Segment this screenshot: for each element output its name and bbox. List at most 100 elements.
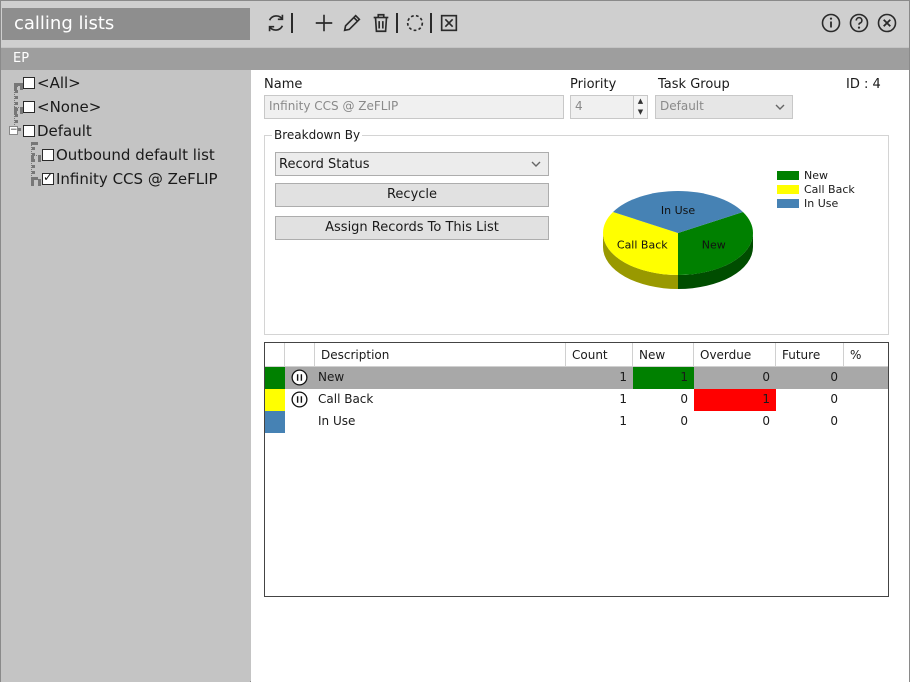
header-percent[interactable]: % [844, 343, 888, 367]
header-new[interactable]: New [633, 343, 694, 367]
loading-circle-icon[interactable] [402, 10, 428, 36]
table-row[interactable]: New 1 1 0 0 [265, 367, 888, 389]
pie-label-in-use: In Use [661, 204, 695, 217]
row-overdue: 0 [762, 370, 770, 384]
header-count[interactable]: Count [566, 343, 633, 367]
row-description: New [318, 370, 345, 384]
recycle-button[interactable]: Recycle [275, 183, 549, 207]
legend-label: New [804, 168, 828, 182]
help-icon[interactable] [849, 13, 869, 33]
breakdown-select[interactable]: Record Status [275, 152, 549, 176]
assign-records-button[interactable]: Assign Records To This List [275, 216, 549, 240]
tree-item-label: <None> [37, 98, 102, 116]
task-group-value: Default [660, 99, 704, 113]
pause-icon[interactable] [291, 369, 308, 386]
header-overdue[interactable]: Overdue [694, 343, 776, 367]
id-text: ID : 4 [846, 77, 881, 92]
row-description: In Use [318, 414, 356, 428]
header-action-column [285, 343, 315, 367]
tree-item-none[interactable]: <None> [23, 97, 101, 117]
calling-lists-window: calling lists EP − <All> <None> Default … [0, 0, 910, 682]
legend-swatch [777, 198, 799, 208]
status-table: Description Count New Overdue Future % N… [264, 342, 889, 597]
toolbar-separator [291, 13, 293, 33]
spin-down-icon[interactable]: ▼ [634, 107, 647, 118]
info-icon[interactable] [821, 13, 841, 33]
tree-connector [14, 107, 23, 111]
tree-item-infinity-ccs[interactable]: Infinity CCS @ ZeFLIP [42, 169, 218, 189]
row-color-swatch [265, 411, 285, 433]
tree-connector [31, 142, 35, 180]
spin-up-icon[interactable]: ▲ [634, 96, 647, 107]
refresh-icon[interactable] [263, 10, 289, 36]
tree-item-label: <All> [37, 74, 81, 92]
list-details-panel: Name Infinity CCS @ ZeFLIP Priority 4 ▲ … [251, 70, 909, 682]
row-count: 1 [619, 414, 627, 428]
pause-icon[interactable] [291, 391, 308, 408]
row-new: 0 [680, 414, 688, 428]
row-description: Call Back [318, 392, 374, 406]
tree-item-outbound-default-list[interactable]: Outbound default list [42, 145, 215, 165]
row-future: 0 [830, 392, 838, 406]
priority-spin-buttons[interactable]: ▲ ▼ [633, 96, 647, 118]
name-field[interactable]: Infinity CCS @ ZeFLIP [264, 95, 564, 119]
row-percent [844, 367, 888, 389]
name-value: Infinity CCS @ ZeFLIP [269, 99, 399, 113]
legend-item-new: New [777, 168, 855, 182]
tree-checkbox[interactable] [23, 101, 35, 113]
pie-label-call-back: Call Back [617, 239, 668, 252]
close-box-icon[interactable] [436, 10, 462, 36]
row-count: 1 [619, 370, 627, 384]
tree-checkbox-checked[interactable] [42, 170, 54, 185]
legend-swatch [777, 170, 799, 180]
legend-swatch [777, 184, 799, 194]
header-description[interactable]: Description [315, 343, 566, 367]
priority-label: Priority [570, 77, 617, 92]
name-label: Name [264, 77, 303, 92]
row-count: 1 [619, 392, 627, 406]
tree-item-label: Outbound default list [56, 146, 215, 164]
tree-item-default[interactable]: Default [23, 121, 92, 141]
tree-connector [31, 155, 41, 159]
tree-checkbox[interactable] [23, 125, 35, 137]
task-group-select[interactable]: Default [655, 95, 793, 119]
collapse-toggle[interactable]: − [9, 126, 18, 135]
row-percent [844, 389, 888, 411]
row-overdue: 1 [694, 389, 776, 411]
row-future: 0 [830, 414, 838, 428]
table-row[interactable]: Call Back 1 0 1 0 [265, 389, 888, 411]
header-color-column [265, 343, 285, 367]
legend-item-call-back: Call Back [777, 182, 855, 196]
title-box: calling lists [2, 8, 250, 40]
tree-connector [14, 83, 23, 87]
header-future[interactable]: Future [776, 343, 844, 367]
legend-label: Call Back [804, 182, 855, 196]
toolbar-separator [396, 13, 398, 33]
breakdown-title: Breakdown By [272, 128, 363, 142]
pie-label-new: New [702, 239, 726, 252]
row-new: 0 [680, 392, 688, 406]
close-icon[interactable] [877, 13, 897, 33]
row-color-swatch [265, 389, 285, 411]
row-percent [844, 411, 888, 433]
row-overdue: 0 [762, 414, 770, 428]
environment-bar: EP [1, 48, 909, 70]
environment-label: EP [13, 51, 30, 66]
chevron-down-icon [774, 101, 786, 116]
table-row[interactable]: In Use 1 0 0 0 [265, 411, 888, 433]
tree-checkbox[interactable] [23, 77, 35, 89]
legend-label: In Use [804, 196, 839, 210]
priority-value: 4 [575, 99, 583, 113]
row-future: 0 [830, 370, 838, 384]
tree-item-all[interactable]: <All> [23, 73, 81, 93]
priority-stepper[interactable]: 4 ▲ ▼ [570, 95, 648, 119]
task-group-label: Task Group [658, 77, 730, 92]
chart-legend: New Call Back In Use [777, 168, 855, 210]
edit-icon[interactable] [339, 10, 365, 36]
delete-icon[interactable] [368, 10, 394, 36]
toolbar-separator [430, 13, 432, 33]
add-icon[interactable] [311, 10, 337, 36]
calling-list-tree: − <All> <None> Default Outbound default … [1, 70, 250, 682]
title-bar: calling lists [1, 1, 909, 47]
tree-checkbox[interactable] [42, 149, 54, 161]
